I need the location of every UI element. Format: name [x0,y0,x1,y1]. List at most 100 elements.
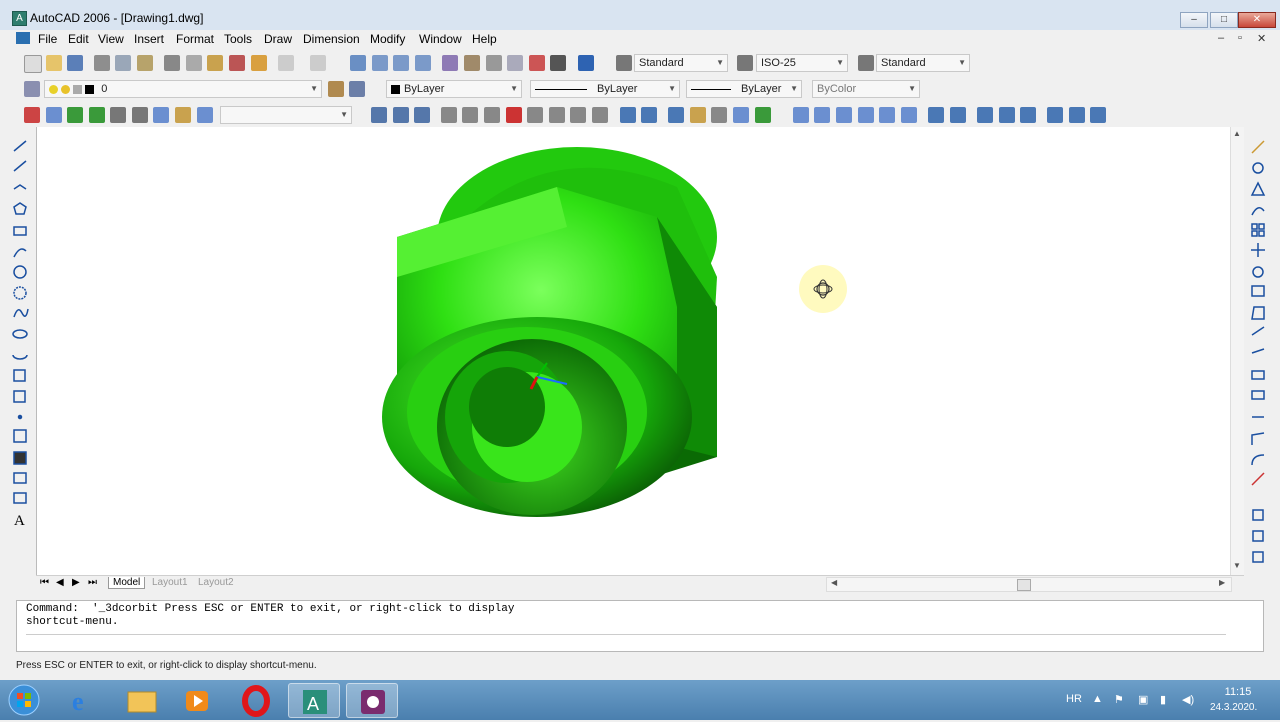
ucs-origin-icon[interactable] [132,107,148,123]
text-style-icon[interactable] [616,55,632,71]
scenes-icon[interactable] [950,107,966,123]
table-style-icon[interactable] [858,55,874,71]
ucs-3point-icon[interactable] [175,107,191,123]
section-icon[interactable] [711,107,727,123]
media-player-taskbar-button[interactable] [172,683,224,718]
copy-clip-icon[interactable] [186,55,202,71]
minimize-button[interactable]: – [1180,12,1208,28]
ucs-world-icon[interactable] [46,107,62,123]
dimension-style-icon[interactable] [737,55,753,71]
gouraud-shaded-icon[interactable] [879,107,895,123]
mapping-icon[interactable] [1047,107,1063,123]
tab-layout2[interactable]: Layout2 [194,577,238,588]
color-control-select[interactable]: ByLayer ▼ [386,80,522,98]
clock-time[interactable]: 11:15 [1214,686,1262,698]
menu-edit[interactable]: Edit [68,32,89,46]
background-icon[interactable] [1069,107,1085,123]
menu-modify[interactable]: Modify [370,32,405,46]
properties-icon[interactable] [442,55,458,71]
cone-icon[interactable] [484,107,500,123]
scroll-right-icon[interactable]: ▶ [1219,578,1225,587]
menu-draw[interactable]: Draw [264,32,292,46]
action-center-icon[interactable]: ⚑ [1114,693,1124,706]
clock-date[interactable]: 24.3.2020. [1210,702,1257,713]
block-editor-icon[interactable] [251,55,267,71]
interfere-icon[interactable] [733,107,749,123]
tab-layout1[interactable]: Layout1 [148,577,192,588]
open-icon[interactable] [46,55,62,71]
doc-minimize-button[interactable]: – [1218,32,1224,44]
scroll-up-icon[interactable]: ▲ [1233,129,1241,138]
materials-library-icon[interactable] [1020,107,1036,123]
make-object-layer-current-icon[interactable] [328,81,344,97]
horizontal-scrollbar[interactable]: ◀ ▶ [826,577,1232,592]
menu-view[interactable]: View [98,32,124,46]
model-viewport[interactable] [37,127,1231,575]
autocad-taskbar-button[interactable]: A [288,683,340,718]
internet-explorer-taskbar-button[interactable]: e [58,683,110,718]
pan-icon[interactable] [350,55,366,71]
box-icon[interactable] [441,107,457,123]
menu-window[interactable]: Window [419,32,462,46]
menu-help[interactable]: Help [472,32,497,46]
plot-preview-icon[interactable] [115,55,131,71]
prev-tab-icon[interactable]: ◀ [56,577,64,588]
extrude-icon[interactable] [570,107,586,123]
lights-icon[interactable] [977,107,993,123]
next-tab-icon[interactable]: ▶ [72,577,80,588]
menu-file[interactable]: File [38,32,57,46]
vertical-scrollbar[interactable]: ▲ ▼ [1230,127,1245,575]
new-icon[interactable] [24,55,42,73]
cut-icon[interactable] [164,55,180,71]
render-icon[interactable] [928,107,944,123]
2d-wireframe-icon[interactable] [793,107,809,123]
plotstyle-control-select[interactable]: ByColor ▼ [812,80,920,98]
hidden-icon[interactable] [836,107,852,123]
close-button[interactable]: ✕ [1238,12,1276,28]
start-button[interactable] [4,682,44,718]
text-style-select[interactable]: Standard ▼ [634,54,728,72]
torus-icon[interactable] [549,107,565,123]
last-tab-icon[interactable]: ⏭ [88,577,97,588]
language-indicator[interactable]: HR [1066,693,1082,705]
menu-format[interactable]: Format [176,32,214,46]
layer-select[interactable]: 0 ▼ [44,80,322,98]
continuous-orbit-icon[interactable] [414,107,430,123]
orbit-icon[interactable] [371,107,387,123]
scroll-down-icon[interactable]: ▼ [1233,561,1241,570]
volume-icon[interactable]: ◀) [1182,693,1194,706]
maximize-button[interactable]: □ [1210,12,1238,28]
ucs-zaxis-icon[interactable] [153,107,169,123]
flat-shaded-icon[interactable] [858,107,874,123]
materials-icon[interactable] [999,107,1015,123]
undo-icon[interactable] [278,55,294,71]
zoom-previous-icon[interactable] [415,55,431,71]
device-icon[interactable]: ▣ [1138,693,1148,706]
union-icon[interactable] [620,107,636,123]
network-icon[interactable]: ▮ [1160,693,1166,706]
layer-manager-icon[interactable] [24,81,40,97]
flat-edges-icon[interactable] [901,107,917,123]
revolve-icon[interactable] [592,107,608,123]
ucs-view-icon[interactable] [110,107,126,123]
wedge-icon[interactable] [462,107,478,123]
fog-icon[interactable] [1090,107,1106,123]
autocad-app-icon[interactable]: A [12,11,27,26]
layer-previous-icon[interactable] [349,81,365,97]
sheet-set-icon[interactable] [507,55,523,71]
free-orbit-icon[interactable] [393,107,409,123]
table-style-select[interactable]: Standard ▼ [876,54,970,72]
opera-taskbar-button[interactable] [230,683,282,718]
redo-icon[interactable] [310,55,326,71]
quickcalc-icon[interactable] [550,55,566,71]
match-properties-icon[interactable] [229,55,245,71]
ucs-icon[interactable] [24,107,40,123]
recorder-taskbar-button[interactable] [346,683,398,718]
save-icon[interactable] [67,55,83,71]
markup-icon[interactable] [529,55,545,71]
ucs-select[interactable]: ▼ [220,106,352,124]
3d-wireframe-icon[interactable] [814,107,830,123]
dimension-style-select[interactable]: ISO-25 ▼ [756,54,848,72]
subtract-icon[interactable] [641,107,657,123]
cylinder-icon[interactable] [527,107,543,123]
